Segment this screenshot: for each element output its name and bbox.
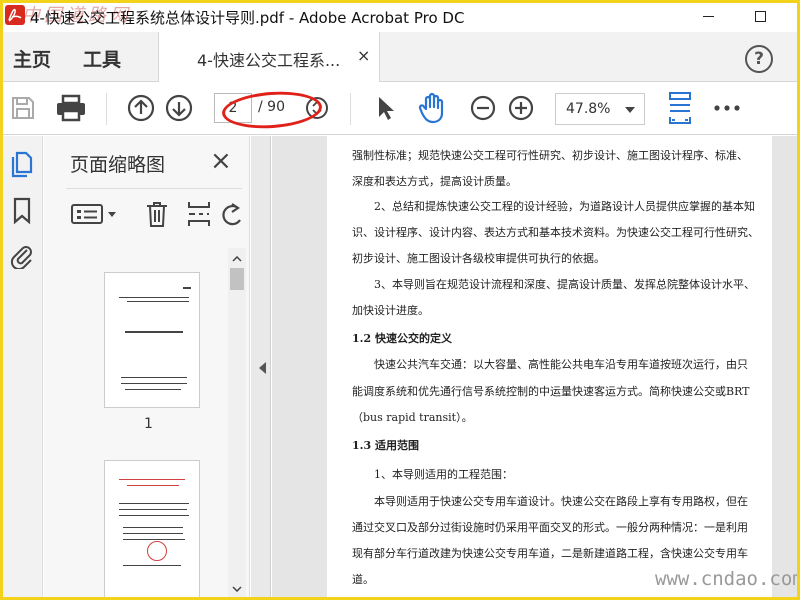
document-line: 深度和表达方式，提高设计质量。 [352, 175, 517, 188]
main-toolbar: 2 / 90 47.8% [0, 83, 800, 135]
help-icon[interactable]: ? [745, 45, 773, 73]
arrow-down-circle-icon [165, 94, 193, 122]
document-line: 能调度系统和优先通行信号系统控制的中运量快速客运方式。简称快速公交或BRT [352, 385, 750, 398]
page-thumbnails-button[interactable] [9, 150, 35, 180]
tab-tools[interactable]: 工具 [83, 45, 121, 72]
page-number-input[interactable]: 2 [214, 93, 252, 123]
page-thumbnails-icon [11, 151, 33, 178]
zoom-level-select[interactable]: 47.8% [555, 93, 645, 125]
scrollbar-thumb[interactable] [230, 268, 244, 290]
toolbar-divider [106, 93, 107, 125]
printer-icon [57, 94, 85, 122]
stepper-circle-icon [306, 97, 328, 119]
minimize-icon [702, 15, 714, 17]
chevron-left-icon [259, 362, 266, 374]
left-navigation-rail [0, 136, 43, 600]
thumbnails-toolbar [70, 196, 250, 232]
save-icon [12, 97, 34, 119]
rotate-icon [222, 203, 241, 226]
document-line: 识、设计程序、设计内容、表达方式和基本技术资料。为快速公交工程可行性研究、 [352, 226, 759, 239]
page-thumbnail-1[interactable] [104, 272, 200, 408]
more-dots-icon [714, 105, 740, 111]
more-tools-button[interactable] [710, 91, 744, 125]
next-page-button[interactable] [162, 91, 196, 125]
document-line: 1、本导则适用的工程范围： [352, 468, 513, 481]
thumbnails-panel-title: 页面缩略图 [70, 154, 166, 176]
paperclip-icon [10, 246, 32, 269]
zoom-in-button[interactable] [504, 91, 538, 125]
close-panel-icon[interactable]: × [210, 148, 232, 174]
fit-width-icon [669, 92, 691, 124]
tab-document[interactable]: 4-快速公交工程系... × [158, 32, 380, 82]
hand-icon [418, 92, 444, 124]
page-stepper[interactable] [300, 91, 334, 125]
insert-page-button[interactable] [184, 198, 214, 230]
previous-page-button[interactable] [124, 91, 158, 125]
arrow-up-circle-icon [127, 94, 155, 122]
document-line: 道。 [352, 573, 374, 586]
attachments-button[interactable] [9, 240, 35, 270]
title-bar: 中国道路网 4-快速公交工程系统总体设计导则.pdf - Adobe Acrob… [0, 0, 800, 32]
document-line: 本导则适用于快速公交专用车道设计。快速公交在路段上享有专用路权，但在 [352, 495, 748, 508]
document-line: 3、本导则旨在规范设计流程和深度、提高设计质量、发挥总院整体设计水平、 [352, 278, 755, 291]
minimize-button[interactable] [688, 4, 728, 28]
fit-page-button[interactable] [663, 91, 697, 125]
page-total-label: / 90 [258, 99, 285, 115]
thumbnails-list: 1 [44, 248, 250, 600]
trash-icon [147, 202, 167, 227]
document-line: 1.3 适用范围 [352, 439, 419, 452]
maximize-icon [754, 10, 766, 22]
window-title: 4-快速公交工程系统总体设计导则.pdf - Adobe Acrobat Pro… [30, 9, 465, 27]
chevron-down-icon[interactable] [228, 582, 246, 596]
panel-divider [66, 188, 242, 189]
bookmark-icon [13, 197, 31, 225]
document-line: 通过交叉口及部分过街设施时仍采用平面交叉的形式。一般分两种情况：一是利用 [352, 521, 748, 534]
document-line: （bus rapid transit）。 [352, 411, 473, 424]
page-thumbnail-1-label: 1 [144, 416, 153, 432]
chevron-down-icon [625, 107, 635, 113]
zoom-level-value: 47.8% [566, 101, 611, 117]
close-tab-icon[interactable]: × [357, 48, 370, 64]
zoom-in-icon [508, 95, 534, 121]
insert-page-icon [188, 202, 210, 226]
zoom-out-icon [470, 95, 496, 121]
document-line: 快速公共汽车交通：以大容量、高性能公共电车沿专用车道按班次运行，由只 [352, 358, 748, 371]
thumbnails-scrollbar[interactable] [228, 248, 246, 600]
zoom-out-button[interactable] [466, 91, 500, 125]
document-line: 初步设计、施工图设计各级校审提供可执行的依据。 [352, 252, 605, 265]
save-button[interactable] [6, 91, 40, 125]
document-line: 加快设计进度。 [352, 304, 429, 317]
delete-page-button[interactable] [142, 198, 172, 230]
toolbar-divider [350, 93, 351, 125]
tab-document-label: 4-快速公交工程系... [197, 51, 341, 70]
document-line: 强制性标准；规范快速公交工程可行性研究、初步设计、施工图设计程序、标准、 [352, 149, 748, 162]
tab-bar: 主页 工具 4-快速公交工程系... × ? [0, 32, 800, 82]
rotate-page-button[interactable] [220, 198, 246, 230]
chevron-up-icon[interactable] [228, 252, 246, 266]
select-tool-button[interactable] [368, 91, 402, 125]
cursor-arrow-icon [379, 97, 394, 120]
document-line: 现有部分车行道改建为快速公交专用车道，二是新建道路工程，含快速公交专用车 [352, 547, 748, 560]
options-list-icon [71, 204, 116, 224]
thumbnail-options-button[interactable] [70, 198, 122, 230]
hand-tool-button[interactable] [416, 91, 450, 125]
site-watermark: www.cndao.com [655, 568, 800, 590]
bookmarks-button[interactable] [9, 196, 35, 226]
tab-home[interactable]: 主页 [13, 45, 51, 72]
page-thumbnail-2[interactable] [104, 460, 200, 600]
panel-collapse-handle[interactable] [251, 136, 271, 600]
print-button[interactable] [54, 91, 88, 125]
thumbnails-panel: 页面缩略图 × 1 [44, 136, 250, 600]
document-line: 2、总结和提炼快速公交工程的设计经验，为道路设计人员提供应掌握的基本知 [352, 200, 755, 213]
document-line: 1.2 快速公交的定义 [352, 332, 452, 345]
maximize-button[interactable] [740, 4, 780, 28]
